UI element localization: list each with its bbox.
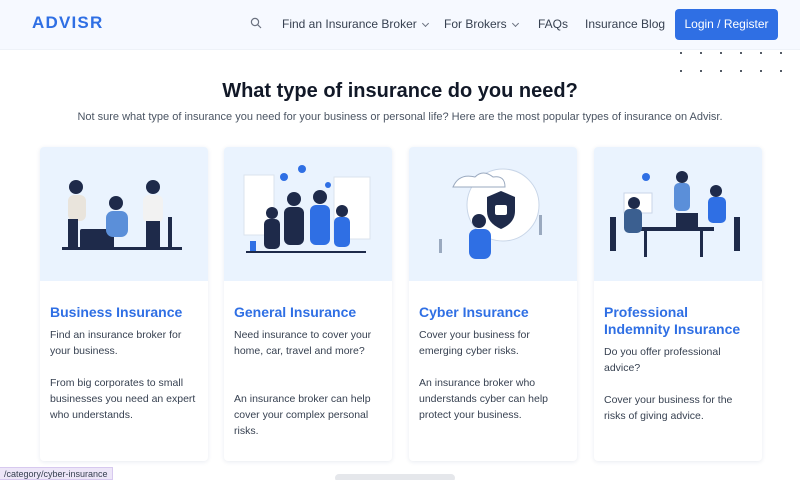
- card-business-insurance[interactable]: Business Insurance Find an insurance bro…: [40, 147, 208, 461]
- card-text: An insurance broker can help cover your …: [234, 393, 371, 437]
- card-title[interactable]: Professional Indemnity Insurance: [604, 304, 756, 338]
- nav-find-broker-label: Find an Insurance Broker: [282, 17, 417, 31]
- card-title[interactable]: General Insurance: [234, 304, 386, 321]
- card-text: From big corporates to small businesses …: [50, 377, 196, 421]
- search-icon[interactable]: [250, 17, 262, 29]
- status-bar-url: /category/cyber-insurance: [0, 467, 113, 480]
- card-title[interactable]: Business Insurance: [50, 304, 202, 321]
- nav-find-broker[interactable]: Find an Insurance Broker: [282, 17, 429, 31]
- cyber-illustration: [409, 147, 577, 281]
- section-subtitle: Not sure what type of insurance you need…: [77, 111, 723, 123]
- card-text: Cover your business for emerging cyber r…: [419, 329, 530, 357]
- nav-faqs[interactable]: FAQs: [538, 17, 568, 31]
- business-illustration: [40, 147, 208, 281]
- decorative-dot-grid: [676, 49, 800, 77]
- card-professional-indemnity-insurance[interactable]: Professional Indemnity Insurance Do you …: [594, 147, 762, 461]
- card-text: An insurance broker who understands cybe…: [419, 377, 548, 421]
- chevron-down-icon: [421, 19, 429, 28]
- meeting-illustration: [594, 147, 762, 281]
- card-text: Cover your business for the risks of giv…: [604, 394, 733, 422]
- card-general-insurance[interactable]: General Insurance Need insurance to cove…: [224, 147, 392, 461]
- card-text: Do you offer professional advice?: [604, 346, 721, 374]
- card-cyber-insurance[interactable]: Cyber Insurance Cover your business for …: [409, 147, 577, 461]
- nav-for-brokers-label: For Brokers: [444, 17, 507, 31]
- nav-for-brokers[interactable]: For Brokers: [444, 17, 519, 31]
- card-text: Need insurance to cover your home, car, …: [234, 329, 372, 357]
- nav-insurance-blog[interactable]: Insurance Blog: [585, 17, 665, 31]
- section-title: What type of insurance do you need?: [222, 80, 578, 102]
- next-section-hint: [335, 474, 455, 480]
- chevron-down-icon: [511, 19, 519, 28]
- top-navbar: ADVISR Find an Insurance Broker For Brok…: [0, 0, 800, 50]
- site-logo[interactable]: ADVISR: [32, 13, 103, 33]
- login-register-button[interactable]: Login / Register: [675, 9, 778, 40]
- family-illustration: [224, 147, 392, 281]
- card-text: Find an insurance broker for your busine…: [50, 329, 182, 357]
- card-title[interactable]: Cyber Insurance: [419, 304, 571, 321]
